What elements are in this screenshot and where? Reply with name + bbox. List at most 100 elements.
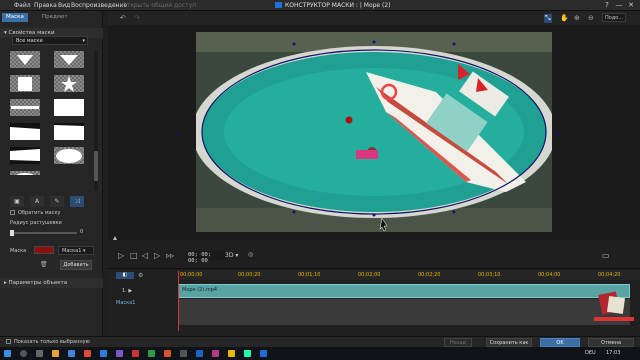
mask-label: Маска [10,248,27,254]
invert-mask-row[interactable]: Обратить маску [10,210,60,216]
redo-icon[interactable]: ↷ [134,14,140,22]
timeline-mode-button[interactable]: ◧ [116,272,134,279]
invert-mask-checkbox[interactable] [10,210,15,215]
show-selected-checkbox[interactable] [6,339,11,344]
play-icon[interactable]: ▷ [118,251,124,260]
watermark-logo-icon [594,291,634,321]
brush-mask-icon[interactable]: ✎ [50,196,64,207]
zoom-out-icon[interactable]: ⊖ [588,14,594,22]
zoom-in-icon[interactable]: ⊕ [574,14,580,22]
app-icon[interactable] [244,350,251,357]
menu-edit[interactable]: Правка [34,2,57,9]
add-mask-button[interactable]: Добавить [60,260,92,270]
show-selected-row[interactable]: Показать только выбранную [6,339,90,345]
ok-button[interactable]: OK [540,338,580,347]
minimize-button[interactable]: — [614,1,624,10]
cancel-button[interactable]: Отмена [588,338,634,347]
app-icon[interactable] [228,350,235,357]
mask-category-select[interactable]: Все маски ▾ [12,36,88,45]
powerdirector-icon[interactable] [260,350,267,357]
timeline-settings-icon[interactable]: ⚙ [138,272,143,279]
prev-frame-icon[interactable]: ◁ [142,251,148,260]
feather-radius-slider[interactable] [10,230,77,236]
browser-icon[interactable] [68,350,75,357]
mask-shape-item[interactable] [54,147,84,164]
trash-icon[interactable]: 🗑 [40,261,48,268]
video-track-icon: ▶ [128,288,133,294]
app-icon[interactable] [116,350,123,357]
start-icon[interactable] [4,350,11,357]
tick-label: 00;00;00 [180,272,203,278]
file-explorer-icon[interactable] [52,350,59,357]
app-icon[interactable] [132,350,139,357]
mask-shape-item[interactable] [54,75,84,92]
timeline-ruler[interactable]: 00;00;00 00;00;20 00;01;10 00;02;00 00;0… [178,271,640,280]
next-frame-icon[interactable]: ▷ [154,251,160,260]
mask-shape-item[interactable] [54,99,84,116]
app-icon[interactable] [196,350,203,357]
app-icon[interactable] [164,350,171,357]
video-clip[interactable]: Море (2).mp4 [178,284,630,298]
text-mask-icon[interactable]: A [30,196,44,207]
mask-handle-left[interactable] [177,132,180,135]
app-icon[interactable] [180,350,187,357]
mask-select[interactable]: Маска1 ▾ [58,246,94,255]
menu-view[interactable]: Вид [58,2,70,9]
tab-object[interactable]: Предмет [38,13,72,22]
slider-knob[interactable] [10,230,14,236]
mask-shape-item[interactable] [10,147,40,164]
mail-icon[interactable] [100,350,107,357]
task-view-icon[interactable] [36,350,43,357]
chrome-icon[interactable] [84,350,91,357]
mask-shape-item[interactable] [10,171,40,175]
mask-handle-right[interactable] [556,132,559,135]
fullscreen-icon[interactable]: ▭ [602,251,610,260]
pan-hand-icon[interactable]: ✋ [560,14,569,22]
mask-shape-item[interactable] [10,99,40,116]
timeline: ◧ ⚙ 00;00;00 00;00;20 00;01;10 00;02;00 … [108,268,640,336]
playhead[interactable] [178,271,179,331]
scrollbar-thumb[interactable] [94,151,98,181]
video-frame[interactable] [196,32,552,232]
object-params-title: Параметры объекта [8,280,68,286]
image-mask-icon[interactable]: ▣ [10,196,24,207]
mode-3d-toggle[interactable]: 3D ▾ [225,252,238,259]
mask-shape-item[interactable] [10,51,40,68]
menu-playback[interactable]: Воспроизведение [71,2,127,9]
motion-track-icon[interactable]: ⤨ [70,196,84,207]
object-params-header[interactable]: ▸ Параметры объекта [0,278,103,288]
tick-label: 00;02;00 [358,272,381,278]
select-tool-icon[interactable]: ⤡ [544,14,552,23]
tick-label: 00;03;10 [478,272,501,278]
zoom-select-value: Подо... [605,15,624,21]
snapshot-icon[interactable]: ◎ [248,251,253,258]
app-icon[interactable] [148,350,155,357]
mask-color-swatch[interactable] [34,246,54,254]
app-icon[interactable] [212,350,219,357]
shape-list-scrollbar[interactable] [94,51,98,191]
search-icon[interactable] [20,350,27,357]
save-as-button[interactable]: Сохранить как [486,338,532,347]
triangle-mask-icon [60,54,78,65]
fast-forward-icon[interactable]: ▹▹ [166,251,174,260]
tick-label: 00;04;00 [538,272,561,278]
mask-shape-item[interactable] [10,123,40,140]
mask-track[interactable] [178,299,630,325]
mask-shape-item[interactable] [54,51,84,68]
tab-mask[interactable]: Маска [2,13,28,22]
help-button[interactable]: ? [602,1,612,10]
undo-icon[interactable]: ↶ [120,14,126,22]
back-button[interactable]: Назад [444,338,472,347]
menu-share: Открыть общий доступ [122,2,197,9]
keyboard-language[interactable]: DEU [585,350,596,356]
mask-shape-item[interactable] [54,123,84,140]
timecode-display[interactable]: 00; 00; 00; 00 [186,251,226,264]
stop-icon[interactable]: □ [130,251,138,260]
mask-shape-item[interactable] [10,75,40,92]
channel-watermark [592,289,636,325]
triangle-mask-icon [17,54,33,65]
zoom-select[interactable]: Подо... [602,13,626,22]
close-button[interactable]: ✕ [626,1,636,10]
menu-file[interactable]: Файл [14,2,31,9]
clock[interactable]: 17:03 [606,350,620,356]
